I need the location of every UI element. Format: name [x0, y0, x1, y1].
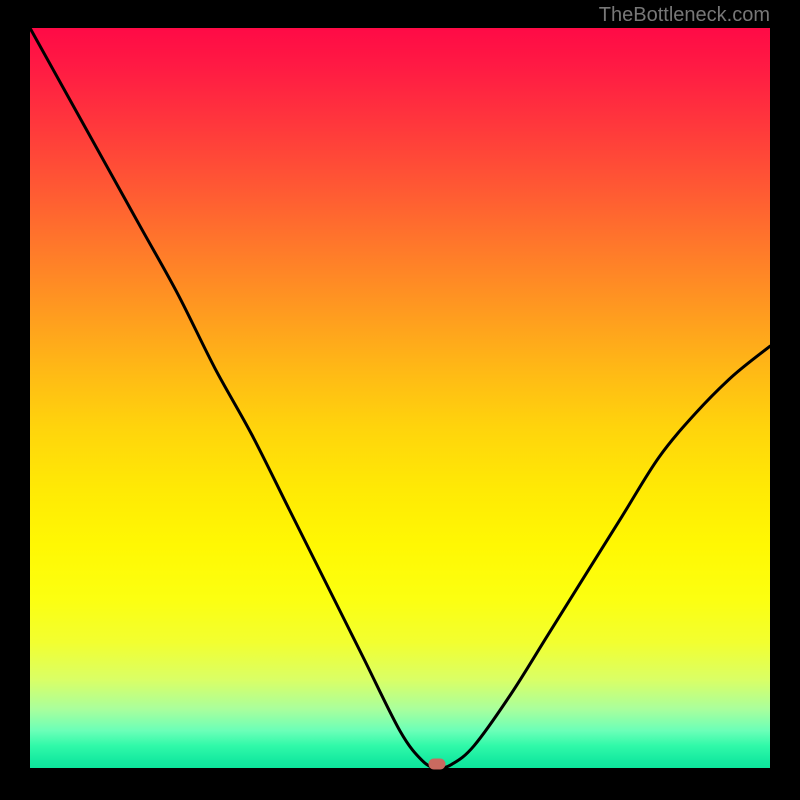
- chart-container: TheBottleneck.com: [0, 0, 800, 800]
- optimum-marker: [429, 759, 446, 770]
- watermark-text: TheBottleneck.com: [599, 4, 770, 27]
- bottleneck-curve-path: [30, 28, 770, 768]
- curve-svg: [30, 28, 770, 768]
- plot-area: [30, 28, 770, 768]
